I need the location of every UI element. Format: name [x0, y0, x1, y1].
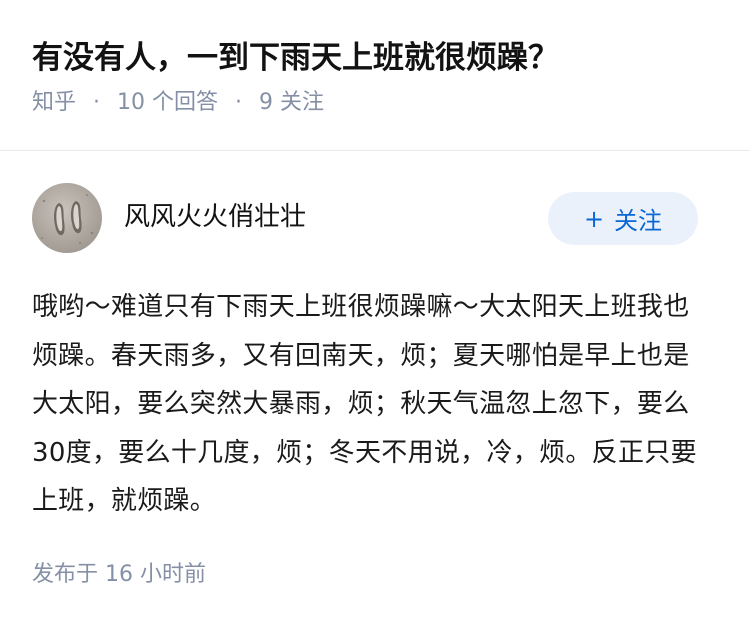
meta-separator: ·: [93, 90, 101, 115]
author-name[interactable]: 风风火火俏壮壮: [124, 199, 306, 235]
answer-content: 哦哟～难道只有下雨天上班很烦躁嘛～大太阳天上班我也烦躁。春天雨多，又有回南天，烦…: [32, 292, 697, 516]
question-header: 有没有人，一到下雨天上班就很烦躁？ 知乎 · 10 个回答 · 9 关注: [32, 34, 722, 119]
follow-button-label: 关注: [614, 207, 663, 235]
divider: [0, 150, 750, 151]
author-row: 风风火火俏壮壮 + 关注: [32, 183, 698, 253]
follow-button[interactable]: + 关注: [548, 192, 698, 245]
footprints-avatar-icon: [32, 183, 102, 253]
source-label: 知乎: [32, 90, 77, 115]
plus-icon: +: [583, 204, 605, 233]
answer-count[interactable]: 10 个回答: [117, 90, 218, 115]
author-avatar[interactable]: [32, 183, 102, 253]
meta-separator: ·: [235, 90, 243, 115]
publish-time: 发布于 16 小时前: [32, 562, 206, 587]
question-meta: 知乎 · 10 个回答 · 9 关注: [32, 87, 722, 119]
follower-count: 9 关注: [259, 90, 325, 115]
question-title[interactable]: 有没有人，一到下雨天上班就很烦躁？: [32, 34, 722, 82]
